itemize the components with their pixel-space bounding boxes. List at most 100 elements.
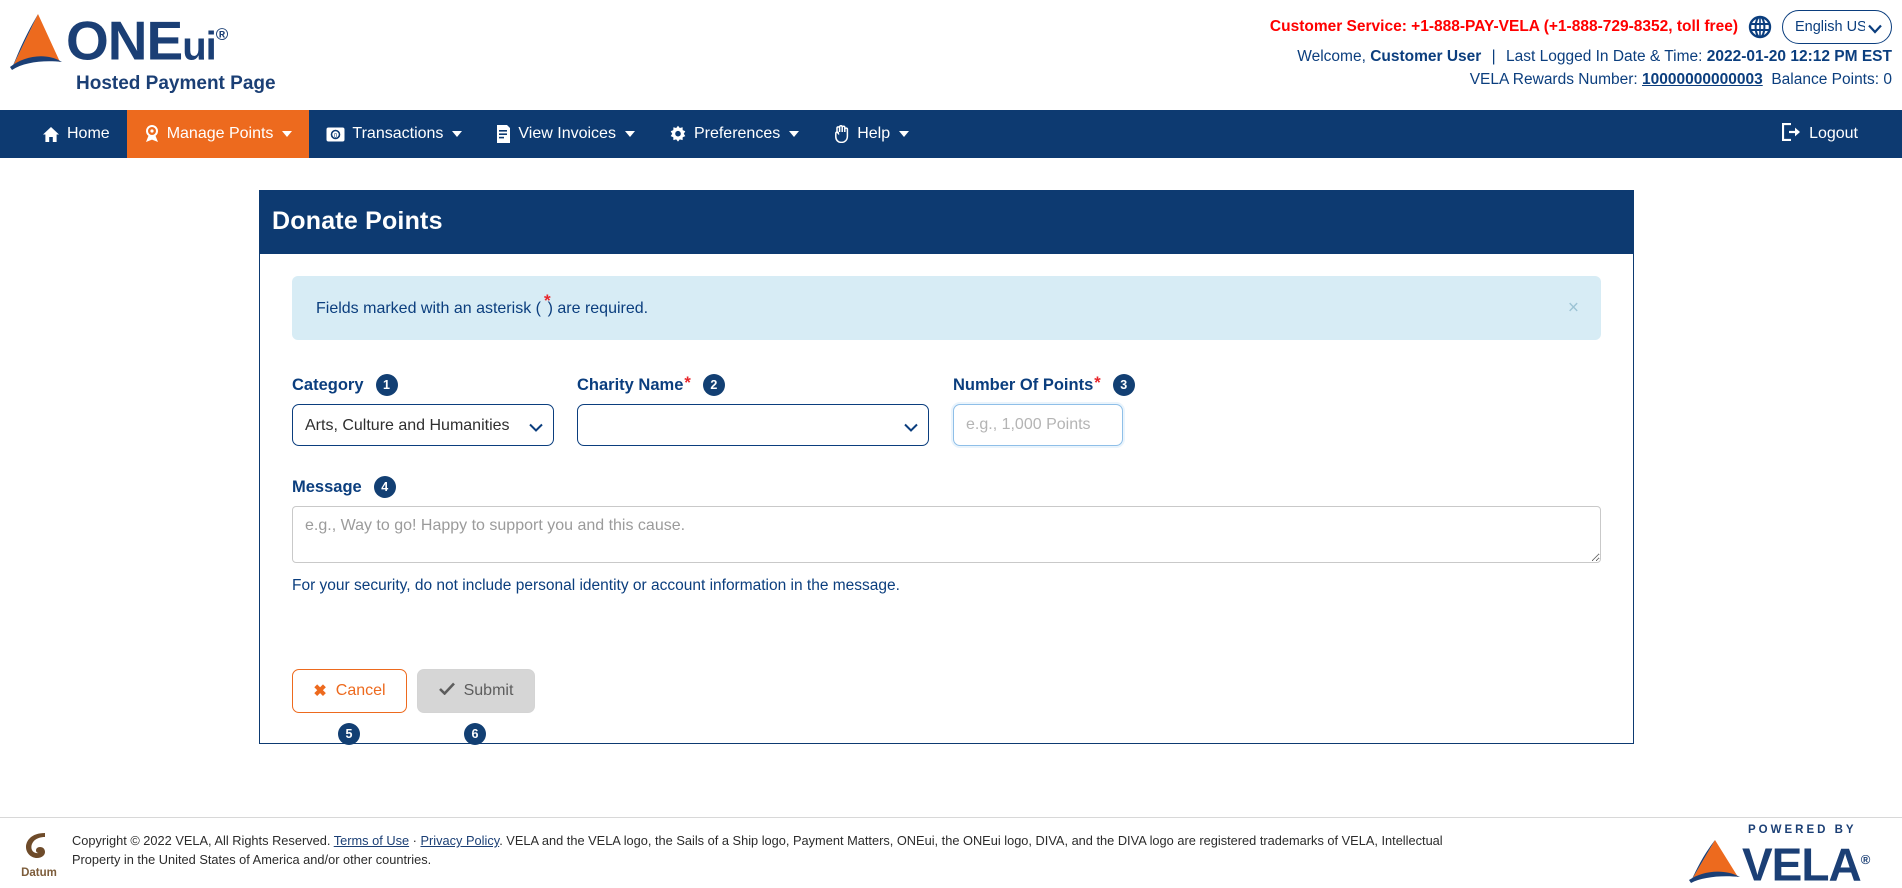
nav-label: Home [67,125,110,142]
home-icon [42,126,60,143]
copyright-part1: Copyright © 2022 VELA, All Rights Reserv… [72,833,334,848]
check-icon [438,682,455,700]
field-message: Message 4 For your security, do not incl… [292,476,1601,595]
charity-name-label: Charity Name [577,375,684,394]
logout-icon [1781,122,1801,146]
step-badge-4: 4 [373,476,396,498]
card-body: Fields marked with an asterisk (*) are r… [260,254,1633,745]
number-of-points-label: Number Of Points [953,375,1094,394]
separator: | [1491,48,1496,65]
footer-copyright: Copyright © 2022 VELA, All Rights Reserv… [72,831,1472,888]
page-header: ONEui® Hosted Payment Page Customer Serv… [0,0,1902,110]
page-title: Donate Points [260,191,1633,254]
rewards-number-link[interactable]: 10000000000003 [1642,71,1763,88]
user-name: Customer User [1370,48,1482,65]
oneui-logo: ONEui® Hosted Payment Page [8,4,338,95]
page-footer: Datum Copyright © 2022 VELA, All Rights … [0,817,1902,888]
hand-icon [833,125,850,143]
nav-item-help[interactable]: Help [816,110,926,158]
nav-item-view-invoices[interactable]: View Invoices [479,110,652,158]
vela-logo-mark [1688,837,1742,888]
last-login-value: 2022-01-20 12:12 PM EST [1706,48,1892,65]
language-select[interactable]: English US [1782,10,1892,44]
cancel-label: Cancel [335,682,386,699]
form-actions: ✖ Cancel 5 Submit 6 [292,669,1601,745]
transactions-icon: 0 [326,127,345,142]
globe-icon[interactable] [1748,15,1772,39]
alert-text-after: ) are required. [547,300,649,317]
nav-item-home[interactable]: Home [25,110,127,158]
rewards-label: VELA Rewards Number: [1469,71,1638,88]
step-badge-2: 2 [702,374,725,396]
nav-item-preferences[interactable]: Preferences [652,110,816,158]
powered-by-label: POWERED BY [1748,824,1857,836]
charity-name-select[interactable] [577,404,929,446]
message-textarea[interactable] [292,506,1601,563]
nav-item-manage-points[interactable]: Manage Points [126,110,310,158]
donate-points-card: Donate Points Fields marked with an aste… [259,190,1634,745]
vela-wordmark: VELA® [1742,838,1870,888]
form-row-primary: Category 1 Arts, Culture and Humanities [292,374,1601,446]
category-select[interactable]: Arts, Culture and Humanities [292,404,554,446]
nav-label: Transactions [352,125,444,142]
customer-service-text: Customer Service: +1-888-PAY-VELA (+1-88… [1269,18,1738,35]
submit-label: Submit [463,682,514,699]
welcome-line: Welcome, Customer User | Last Logged In … [1270,47,1892,67]
chevron-down-icon [899,131,910,137]
chevron-down-icon [624,131,635,137]
field-number-of-points: Number Of Points * 3 [953,373,1135,446]
datum-label: Datum [21,867,57,879]
close-icon[interactable]: × [1562,298,1585,319]
rewards-line: VELA Rewards Number: 10000000000003 Bala… [1270,70,1892,90]
terms-of-use-link[interactable]: Terms of Use [334,833,409,848]
header-info: Customer Service: +1-888-PAY-VELA (+1-88… [1270,10,1892,90]
category-label-row: Category 1 [292,374,554,396]
logo-tagline: Hosted Payment Page [76,73,276,95]
category-label: Category [292,375,364,394]
x-icon: ✖ [313,683,327,700]
main-navigation: Home Manage Points 0 Transactions View I… [0,110,1902,158]
middot: · [409,833,421,848]
nav-label: Preferences [693,125,781,142]
welcome-prefix: Welcome, [1297,48,1366,65]
oneui-logo-text: ONEui® [66,9,228,72]
last-login-label: Last Logged In Date & Time: [1505,48,1703,65]
privacy-policy-link[interactable]: Privacy Policy [420,833,499,848]
charity-name-label-row: Charity Name * 2 [577,374,929,396]
gear-icon [669,125,687,143]
required-fields-alert: Fields marked with an asterisk (*) are r… [292,276,1601,340]
logout-button[interactable]: Logout [1781,110,1858,158]
page-content: Donate Points Fields marked with an aste… [0,158,1902,872]
step-badge-1: 1 [375,374,398,396]
balance-label: Balance Points: [1771,71,1880,88]
cancel-button[interactable]: ✖ Cancel [292,669,407,713]
field-charity-name: Charity Name * 2 [577,374,929,446]
message-label-row: Message 4 [292,476,1601,498]
invoice-icon [496,125,511,143]
chevron-down-icon [282,131,293,137]
alert-asterisk: * [543,291,551,310]
nav-label: Manage Points [166,125,274,142]
chevron-down-icon [789,131,800,137]
submit-button[interactable]: Submit [417,669,535,713]
required-asterisk: * [684,373,691,392]
step-badge-6: 6 [464,723,486,745]
nav-label: Help [857,125,891,142]
powered-by-vela-logo: POWERED BY VELA® [1688,824,1888,888]
field-category: Category 1 Arts, Culture and Humanities [292,374,554,446]
logout-label: Logout [1809,125,1858,142]
balance-value: 0 [1883,71,1892,88]
datum-logo: Datum [14,831,64,888]
step-badge-5: 5 [338,723,360,745]
number-of-points-label-row: Number Of Points * 3 [953,373,1135,396]
nav-item-transactions[interactable]: 0 Transactions [309,110,479,158]
message-label: Message [292,477,362,496]
number-of-points-input[interactable] [953,404,1123,446]
required-asterisk: * [1094,373,1101,392]
award-icon [144,125,160,143]
page-root: ONEui® Hosted Payment Page Customer Serv… [0,0,1902,888]
message-help-text: For your security, do not include person… [292,577,900,594]
oneui-logo-mark [8,10,66,72]
step-badge-3: 3 [1112,374,1135,396]
nav-label: View Invoices [518,125,616,142]
